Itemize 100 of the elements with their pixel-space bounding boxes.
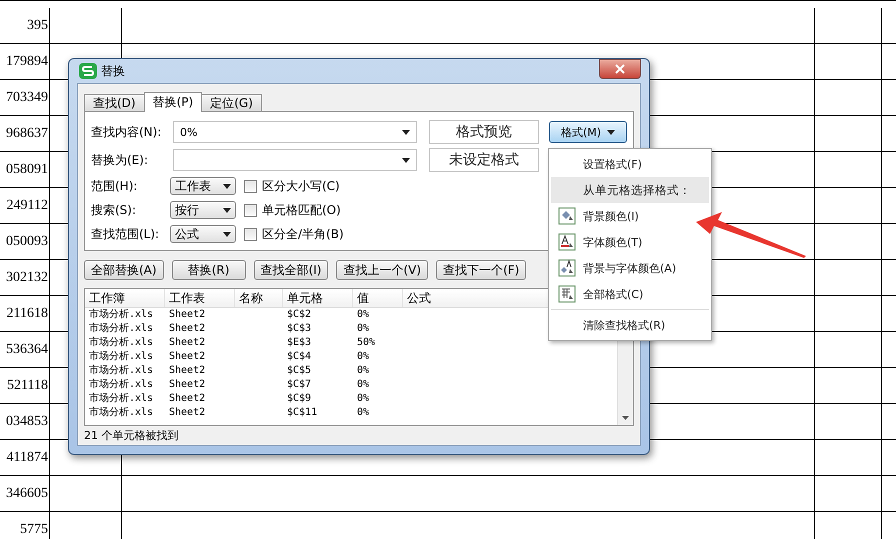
result-cell: 市场分析.xls bbox=[89, 379, 154, 390]
caret-icon bbox=[402, 158, 410, 162]
column-header[interactable]: 工作表 bbox=[165, 289, 235, 307]
result-cell: 市场分析.xls bbox=[89, 393, 154, 404]
result-cell: Sheet2 bbox=[169, 393, 206, 404]
field-label: 替换为(E): bbox=[91, 152, 149, 168]
action-button[interactable]: 查找全部(I) bbox=[254, 260, 328, 280]
action-button[interactable]: 查找上一个(V) bbox=[336, 260, 428, 280]
menu-item[interactable]: 清除查找格式(R) bbox=[551, 312, 709, 338]
replace-field[interactable] bbox=[173, 149, 417, 171]
result-cell: 市场分析.xls bbox=[89, 365, 154, 376]
result-cell: $C$3 bbox=[287, 323, 312, 334]
action-button[interactable]: 替换(R) bbox=[172, 260, 246, 280]
sheet-cell-text: 521118 bbox=[7, 377, 48, 395]
find-field[interactable]: 0% bbox=[173, 121, 417, 143]
window-title: 替换 bbox=[101, 62, 125, 80]
column-header[interactable]: 工作簿 bbox=[85, 289, 165, 307]
font-color-icon bbox=[558, 233, 576, 251]
column-header[interactable]: 值 bbox=[353, 289, 403, 307]
scroll-down-icon[interactable] bbox=[622, 416, 629, 420]
result-cell: 市场分析.xls bbox=[89, 407, 154, 418]
menu-item[interactable]: 背景颜色(I) bbox=[551, 203, 709, 229]
caret-icon bbox=[402, 130, 410, 134]
checkbox[interactable] bbox=[244, 228, 257, 240]
sheet-cell-text: 249112 bbox=[6, 197, 48, 215]
sheet-cell-text: 050093 bbox=[6, 233, 48, 251]
app-logo-icon bbox=[79, 63, 97, 79]
result-cell: 0% bbox=[357, 323, 370, 334]
result-cell: $C$5 bbox=[287, 365, 312, 376]
result-cell: 0% bbox=[357, 365, 370, 376]
result-cell: 市场分析.xls bbox=[89, 351, 154, 362]
result-cell: 市场分析.xls bbox=[89, 309, 154, 320]
status-text: 21 个单元格被找到 bbox=[84, 428, 180, 444]
checkbox-label: 区分全/半角(B) bbox=[262, 226, 344, 242]
result-cell: 0% bbox=[357, 407, 370, 418]
sheet-cell-text: 968637 bbox=[6, 125, 48, 143]
result-cell: 50% bbox=[357, 337, 376, 348]
close-icon bbox=[614, 64, 626, 74]
caret-icon bbox=[607, 130, 616, 135]
checkbox-label: 区分大小写(C) bbox=[262, 178, 340, 194]
sheet-cell-text: 5775 bbox=[20, 521, 48, 539]
result-cell: 0% bbox=[357, 379, 370, 390]
menu-item[interactable]: 设置格式(F) bbox=[551, 151, 709, 177]
result-cell: $C$11 bbox=[287, 407, 318, 418]
option-label: 范围(H): bbox=[91, 178, 138, 194]
dropdown[interactable]: 公式 bbox=[170, 225, 236, 243]
close-button[interactable] bbox=[599, 59, 641, 79]
tab[interactable]: 替换(P) bbox=[144, 92, 202, 112]
fill-font-color-icon bbox=[558, 259, 576, 277]
sheet-cell-text: 179894 bbox=[6, 53, 48, 71]
menu-item[interactable]: 字体颜色(T) bbox=[551, 229, 709, 255]
sheet-cell-text: 536364 bbox=[6, 341, 48, 359]
caret-icon bbox=[223, 232, 231, 236]
result-cell: Sheet2 bbox=[169, 309, 206, 320]
result-cell: Sheet2 bbox=[169, 379, 206, 390]
tab[interactable]: 查找(D) bbox=[84, 94, 145, 111]
result-cell: 市场分析.xls bbox=[89, 337, 154, 348]
sheet-cell-text: 034853 bbox=[6, 413, 48, 431]
dropdown[interactable]: 按行 bbox=[170, 201, 236, 219]
result-cell: 0% bbox=[357, 309, 370, 320]
checkbox[interactable] bbox=[244, 204, 257, 216]
column-header[interactable]: 单元格 bbox=[283, 289, 353, 307]
sheet-cell-text: 346605 bbox=[6, 485, 48, 503]
action-button[interactable]: 全部替换(A) bbox=[84, 260, 164, 280]
result-cell: 0% bbox=[357, 393, 370, 404]
result-cell: 市场分析.xls bbox=[89, 323, 154, 334]
result-cell: Sheet2 bbox=[169, 323, 206, 334]
sheet-cell-text: 211618 bbox=[6, 305, 48, 323]
sheet-cell-text: 411874 bbox=[6, 449, 48, 467]
action-button[interactable]: 查找下一个(F) bbox=[436, 260, 526, 280]
sheet-cell-text: 058091 bbox=[6, 161, 48, 179]
table-format-icon bbox=[558, 285, 576, 303]
result-cell: 0% bbox=[357, 351, 370, 362]
option-label: 搜索(S): bbox=[91, 202, 138, 218]
field-label: 查找内容(N): bbox=[91, 124, 162, 140]
result-cell: Sheet2 bbox=[169, 337, 206, 348]
option-label: 查找范围(L): bbox=[91, 226, 160, 242]
menu-item[interactable]: 从单元格选择格式： bbox=[551, 177, 709, 203]
result-cell: $E$3 bbox=[287, 337, 312, 348]
result-cell: $C$9 bbox=[287, 393, 312, 404]
menu-item[interactable]: 背景与字体颜色(A) bbox=[551, 255, 709, 281]
caret-icon bbox=[223, 208, 231, 212]
checkbox[interactable] bbox=[244, 180, 257, 192]
result-cell: $C$2 bbox=[287, 309, 312, 320]
result-cell: Sheet2 bbox=[169, 365, 206, 376]
sheet-cell-text: 302132 bbox=[6, 269, 48, 287]
format-preview: 格式预览 bbox=[429, 120, 539, 144]
result-cell: Sheet2 bbox=[169, 407, 206, 418]
dropdown[interactable]: 工作表 bbox=[170, 177, 236, 195]
sheet-cell-text: 395 bbox=[27, 17, 48, 35]
column-header[interactable]: 名称 bbox=[235, 289, 283, 307]
tab[interactable]: 定位(G) bbox=[201, 94, 262, 111]
format-button[interactable]: 格式(M) bbox=[549, 121, 627, 143]
format-status: 未设定格式 bbox=[429, 148, 539, 172]
fill-color-icon bbox=[558, 207, 576, 225]
sheet-cell-text: 703349 bbox=[6, 89, 48, 107]
result-cell: Sheet2 bbox=[169, 351, 206, 362]
checkbox-label: 单元格匹配(O) bbox=[262, 202, 341, 218]
result-cell: $C$4 bbox=[287, 351, 312, 362]
result-cell: $C$7 bbox=[287, 379, 312, 390]
